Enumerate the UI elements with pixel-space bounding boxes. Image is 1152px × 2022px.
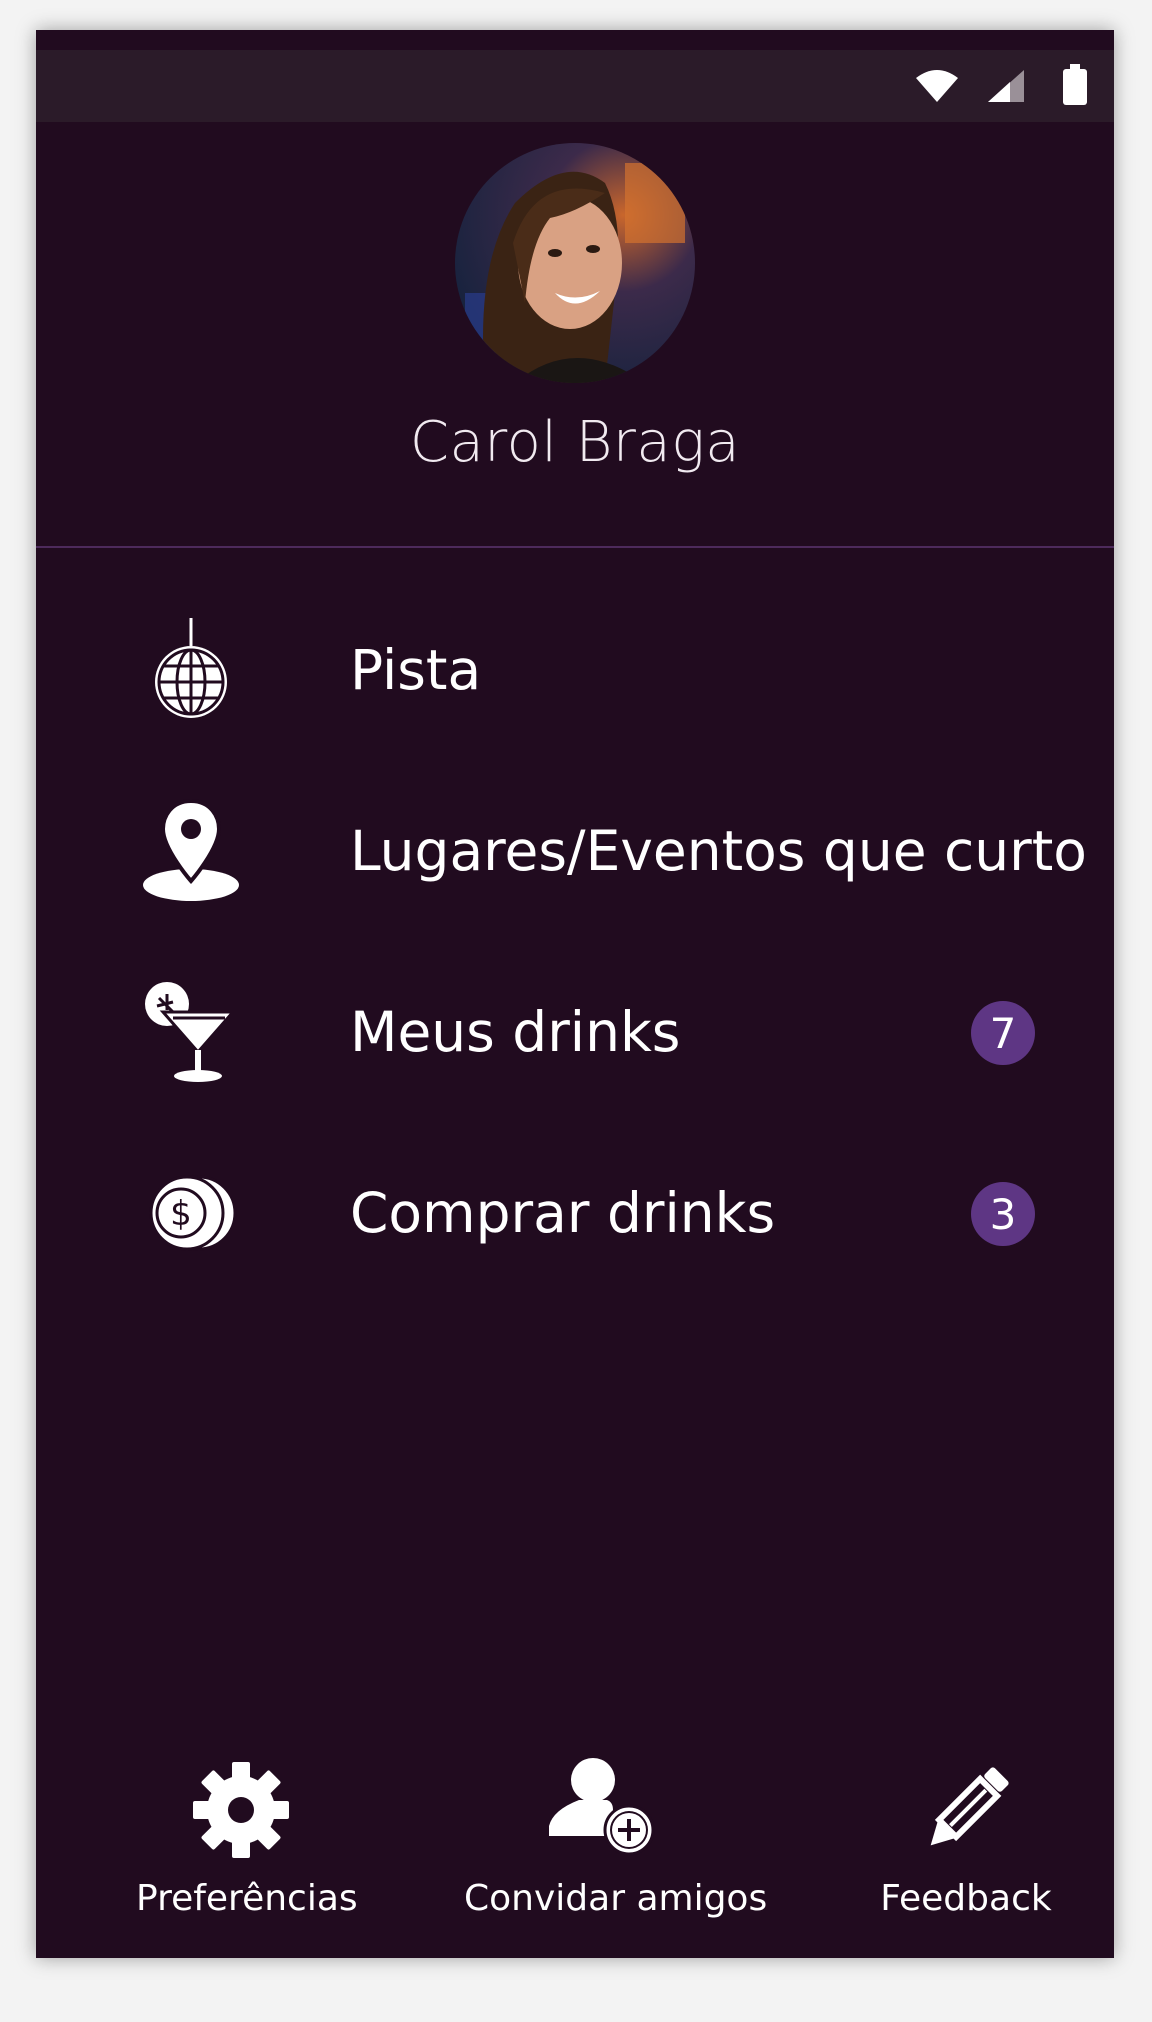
nav-drawer: Carol Braga Pista Lugares/Eventos que cu… [36,30,1114,1958]
menu-item-label: Lugares/Eventos que curto [350,819,1087,883]
bottom-nav-label: Feedback [880,1878,1052,1919]
gear-icon [136,1750,346,1860]
signal-icon [988,70,1024,102]
svg-text:$: $ [170,1194,192,1234]
menu-item-lugares-eventos[interactable]: Lugares/Eventos que curto [36,776,1114,926]
wifi-icon [916,70,958,102]
menu-item-label: Meus drinks [350,1000,681,1064]
bottom-nav-label: Preferências [136,1878,358,1919]
battery-icon [1063,64,1087,105]
coins-icon: $ [136,1158,246,1268]
menu-item-pista[interactable]: Pista [36,595,1114,745]
count-badge: 7 [971,1001,1035,1065]
menu-item-label: Comprar drinks [350,1181,776,1245]
menu-item-label: Pista [350,638,482,702]
pencil-icon [876,1750,1056,1860]
add-user-icon [464,1750,744,1860]
invite-friends-button[interactable]: Convidar amigos [464,1750,768,1950]
profile-photo [455,143,695,383]
bottom-nav-label: Convidar amigos [464,1878,768,1919]
preferences-button[interactable]: Preferências [136,1750,358,1950]
menu-item-meus-drinks[interactable]: Meus drinks 7 [36,957,1114,1107]
map-pin-icon [136,796,246,906]
profile-name: Carol Braga [409,410,741,475]
avatar[interactable] [455,143,695,383]
divider [36,546,1114,548]
cocktail-icon [136,977,246,1087]
count-badge: 3 [971,1182,1035,1246]
menu-item-comprar-drinks[interactable]: $ Comprar drinks 3 [36,1138,1114,1288]
feedback-button[interactable]: Feedback [876,1750,1056,1950]
disco-ball-icon [136,615,246,725]
status-bar [36,50,1114,122]
